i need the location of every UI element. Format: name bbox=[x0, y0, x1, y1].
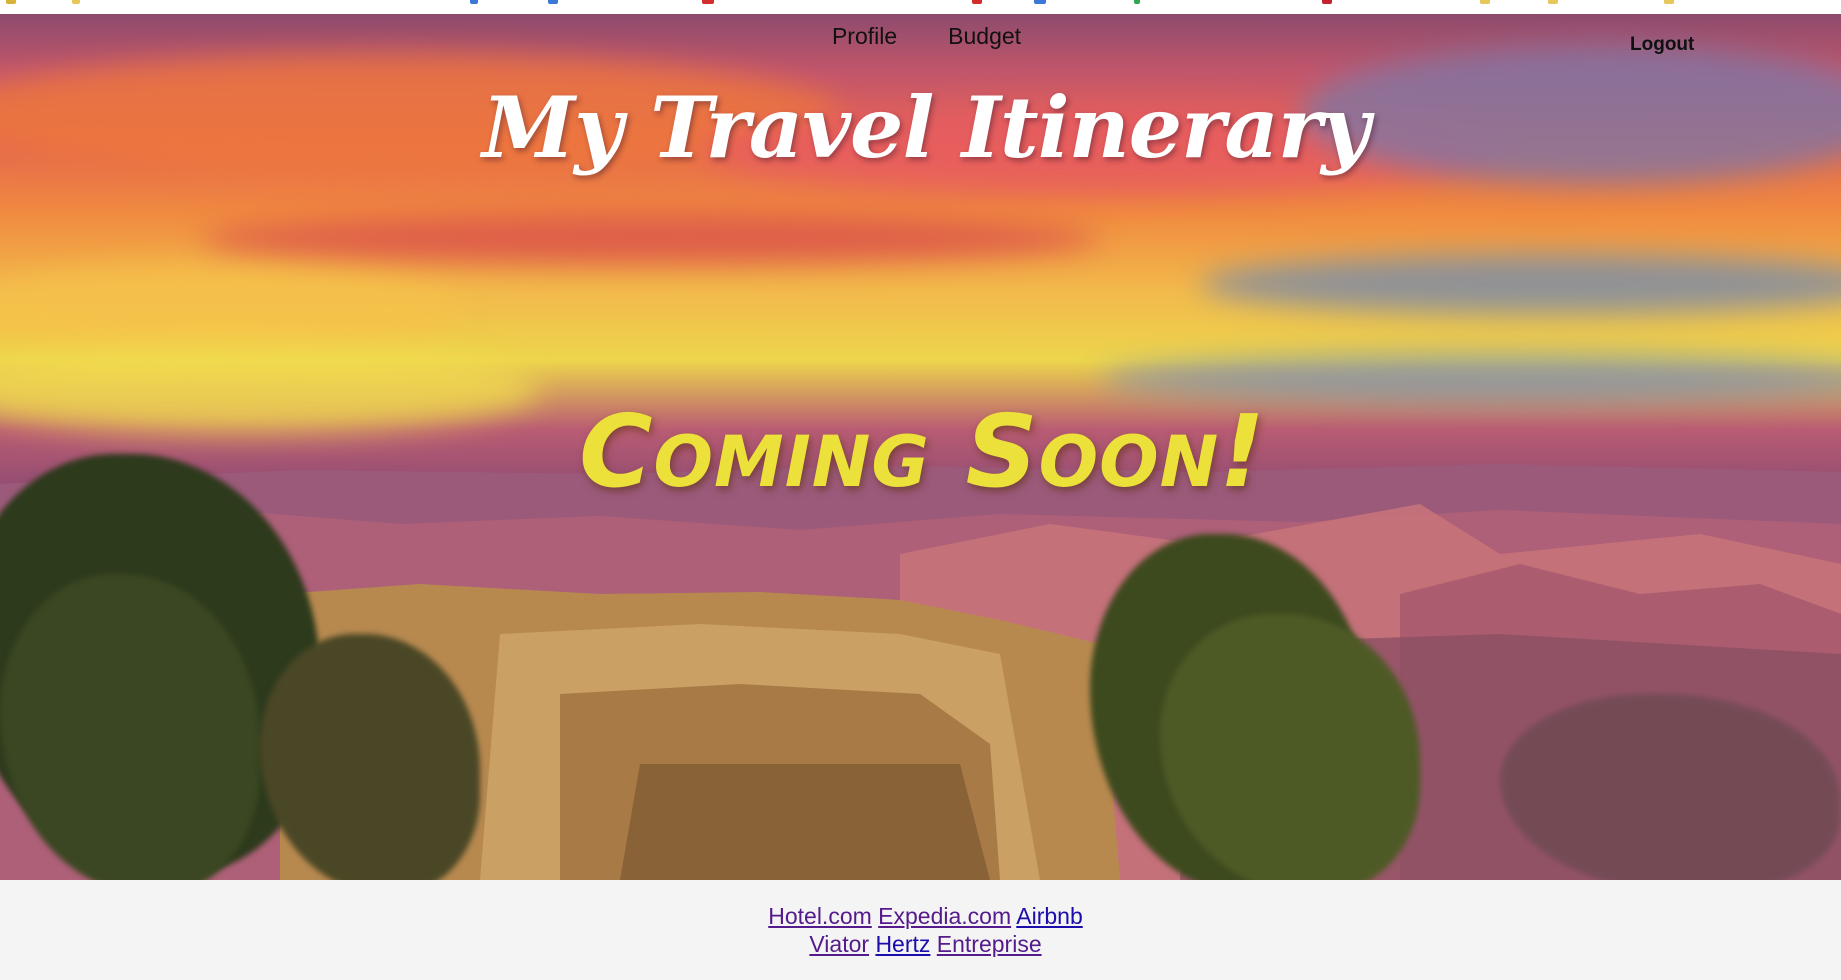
link-airbnb[interactable]: Airbnb bbox=[1016, 903, 1082, 929]
page: Profile Budget Logout My Travel Itinerar… bbox=[0, 0, 1841, 980]
link-viator[interactable]: Viator bbox=[809, 931, 869, 957]
logout-button[interactable]: Logout bbox=[1630, 34, 1694, 56]
top-nav: Profile Budget bbox=[0, 18, 1841, 54]
link-hertz[interactable]: Hertz bbox=[875, 931, 930, 957]
link-expedia-com[interactable]: Expedia.com bbox=[878, 903, 1011, 929]
footer-links: Hotel.com Expedia.com Airbnb Viator Hert… bbox=[0, 880, 1841, 980]
link-entreprise[interactable]: Entreprise bbox=[937, 931, 1042, 957]
footer-row-1: Hotel.com Expedia.com Airbnb bbox=[10, 902, 1841, 930]
nav-link-budget[interactable]: Budget bbox=[948, 18, 1021, 54]
footer-row-2: Viator Hertz Entreprise bbox=[10, 930, 1841, 958]
coming-soon-heading: Coming Soon! bbox=[579, 393, 1266, 510]
link-hotel-com[interactable]: Hotel.com bbox=[768, 903, 872, 929]
nav-link-profile[interactable]: Profile bbox=[832, 18, 897, 54]
bookmarks-bar bbox=[0, 0, 1841, 14]
page-title: My Travel Itinerary bbox=[482, 78, 1370, 177]
